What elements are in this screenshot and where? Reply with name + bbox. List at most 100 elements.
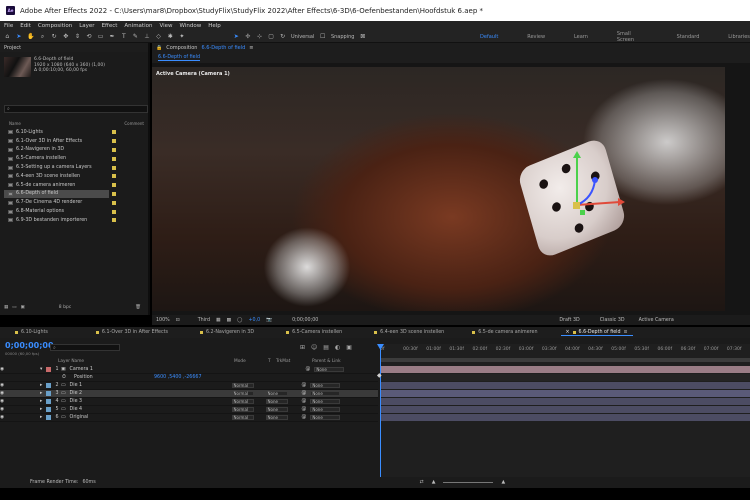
menu-window[interactable]: Window (180, 23, 202, 29)
local-axis-icon[interactable]: ✢ (245, 33, 252, 40)
layer-name[interactable]: Die 3 (70, 399, 140, 404)
tab-menu-icon[interactable]: ≡ (624, 330, 628, 335)
label-color[interactable] (46, 390, 51, 396)
clone-stamp-tool-icon[interactable]: ⊥ (144, 33, 151, 40)
view-dropdown[interactable]: Active Camera (639, 318, 674, 323)
parent-dropdown[interactable]: None (310, 406, 341, 413)
menu-layer[interactable]: Layer (79, 23, 94, 29)
label-color[interactable] (46, 382, 51, 388)
zoom-tool-icon[interactable]: ⌕ (39, 33, 46, 40)
tab-comp[interactable]: 6.1-Over 3D in After Effects (91, 330, 173, 335)
zoom-in-icon[interactable]: ▲ (501, 480, 505, 485)
zoom-dropdown[interactable]: 100% (156, 318, 170, 323)
workspace-default[interactable]: Default (480, 34, 498, 40)
visibility-eye-icon[interactable]: ◉ (0, 407, 6, 412)
layer-row[interactable]: ◉ ▸ 5 ▭ Die 4 Normal None @ None (0, 406, 378, 414)
visibility-eye-icon[interactable]: ◉ (0, 399, 6, 404)
project-search-input[interactable]: ⌕ (4, 105, 148, 113)
puppet-tool-icon[interactable]: ✦ (179, 33, 186, 40)
column-name[interactable]: Name (4, 121, 21, 127)
fit-icon[interactable]: ⊡ (176, 318, 180, 323)
layer-name[interactable]: Die 1 (70, 383, 140, 388)
layer-row-selected[interactable]: ◉ ▸ 3 ▭ Die 2 Normal None @ None (0, 390, 378, 398)
trash-icon[interactable]: 🗑 (135, 305, 141, 310)
close-icon[interactable]: × (566, 330, 570, 335)
eraser-tool-icon[interactable]: ◇ (155, 33, 162, 40)
tab-comp[interactable]: 6.5-de camera animeren (467, 330, 542, 335)
menu-effect[interactable]: Effect (102, 23, 118, 29)
mask-icon[interactable]: ◯ (237, 318, 242, 323)
roto-brush-tool-icon[interactable]: ✱ (167, 33, 174, 40)
playhead[interactable] (380, 344, 381, 488)
world-axis-icon[interactable]: ⊹ (256, 33, 263, 40)
draft-3d-icon[interactable]: ⊞ (300, 344, 305, 351)
work-area-bar[interactable] (380, 358, 750, 362)
rectangle-tool-icon[interactable]: ▭ (97, 33, 104, 40)
anchor-point[interactable] (573, 202, 580, 209)
property-row[interactable]: ⏱ Position 9600 ,5400 ,-26667 (0, 374, 378, 382)
universal-label[interactable]: Universal (291, 34, 314, 40)
project-item[interactable]: 6.1-Over 3D in After Effects (4, 137, 148, 146)
tab-comp[interactable]: 6.5-Camera instellen (281, 330, 347, 335)
home-icon[interactable]: ⌂ (4, 33, 11, 40)
viewer-comp-name[interactable]: 6.6-Depth of field (201, 45, 245, 51)
layer-row[interactable]: ◉ ▸ 4 ▭ Die 3 Normal None @ None (0, 398, 378, 406)
parent-pickwhip-icon[interactable]: @ (302, 383, 307, 388)
view-axis-icon[interactable]: ▢ (268, 33, 275, 40)
zoom-out-icon[interactable]: ▲ (432, 480, 436, 485)
layer-row[interactable]: ◉ ▸ 2 ▭ Die 1 Normal @ None (0, 382, 378, 390)
project-item-selected[interactable]: 6.6-Depth of field (4, 189, 116, 199)
viewer-menu-icon[interactable]: ≡ (249, 45, 253, 51)
trkmat-dropdown[interactable]: None (265, 398, 288, 405)
workspace-review[interactable]: Review (527, 34, 545, 40)
viewer-canvas[interactable] (152, 67, 725, 311)
interpret-footage-icon[interactable]: ▦ (4, 305, 8, 310)
new-comp-icon[interactable]: ▣ (21, 305, 25, 310)
exposure-value[interactable]: +0,0 (248, 318, 260, 323)
draft-3d-label[interactable]: Draft 3D (559, 318, 579, 323)
mode-dropdown[interactable]: Normal (231, 398, 254, 405)
parent-dropdown[interactable]: None (310, 414, 341, 421)
project-item[interactable]: 6.9-3D bestanden importeren (4, 216, 148, 225)
menu-composition[interactable]: Composition (38, 23, 72, 29)
project-item[interactable]: 6.5-de camera animeren (4, 181, 148, 190)
axis-mode-icon[interactable]: ➤ (233, 33, 240, 40)
timecode-display[interactable]: 0;00;00;00 (5, 341, 54, 350)
project-item[interactable]: 6.10-Lights (4, 128, 148, 137)
layer-track-bar[interactable] (380, 406, 750, 413)
parent-dropdown[interactable]: None (314, 366, 345, 373)
mode-dropdown[interactable]: Normal (231, 406, 254, 413)
time-ruler[interactable]: 0f 00:30f 01:00f 01:30f 02:00f 02:30f 03… (380, 345, 750, 355)
layer-row[interactable]: ◉ ▾ 1 ▣ Camera 1 @ None (0, 366, 378, 374)
roi-icon[interactable]: ▦ (216, 318, 221, 323)
visibility-eye-icon[interactable]: ◉ (0, 367, 6, 372)
header-t[interactable]: T (268, 359, 276, 364)
label-color[interactable] (46, 366, 51, 372)
snap-options-icon[interactable]: ⊠ (359, 33, 366, 40)
parent-dropdown[interactable]: None (310, 382, 341, 389)
rotation-tool-icon[interactable]: ⟲ (86, 33, 93, 40)
pen-tool-icon[interactable]: ✒ (109, 33, 116, 40)
timeline-zoom-slider[interactable] (443, 482, 494, 483)
shy-icon[interactable]: ☺ (311, 344, 317, 351)
header-mode[interactable]: Mode (234, 359, 268, 364)
renderer-dropdown[interactable]: Classic 3D (600, 318, 625, 323)
workspace-libraries[interactable]: Libraries (728, 34, 750, 40)
project-item[interactable]: 6.2-Navigeren in 3D (4, 146, 148, 155)
frame-blending-icon[interactable]: ▤ (323, 344, 329, 351)
snapping-label[interactable]: Snapping (331, 34, 355, 40)
mode-dropdown[interactable]: Normal (231, 382, 254, 389)
graph-editor-icon[interactable]: ▣ (346, 344, 352, 351)
layer-track-bar[interactable] (380, 366, 750, 373)
layer-name[interactable]: Die 2 (70, 391, 140, 396)
menu-edit[interactable]: Edit (20, 23, 31, 29)
menu-help[interactable]: Help (208, 23, 221, 29)
tab-comp[interactable]: 6.4-een 3D scene instellen (369, 330, 449, 335)
new-folder-icon[interactable]: ▭ (12, 305, 16, 310)
rotation-handle-dot[interactable] (592, 177, 598, 183)
x-axis-arrow-icon[interactable] (618, 198, 625, 206)
project-item[interactable]: 6.5-Camera instellen (4, 154, 148, 163)
trkmat-dropdown[interactable]: None (265, 414, 288, 421)
orbit-camera-tool-icon[interactable]: ↻ (51, 33, 58, 40)
project-item[interactable]: 6.4-een 3D scene instellen (4, 172, 148, 181)
